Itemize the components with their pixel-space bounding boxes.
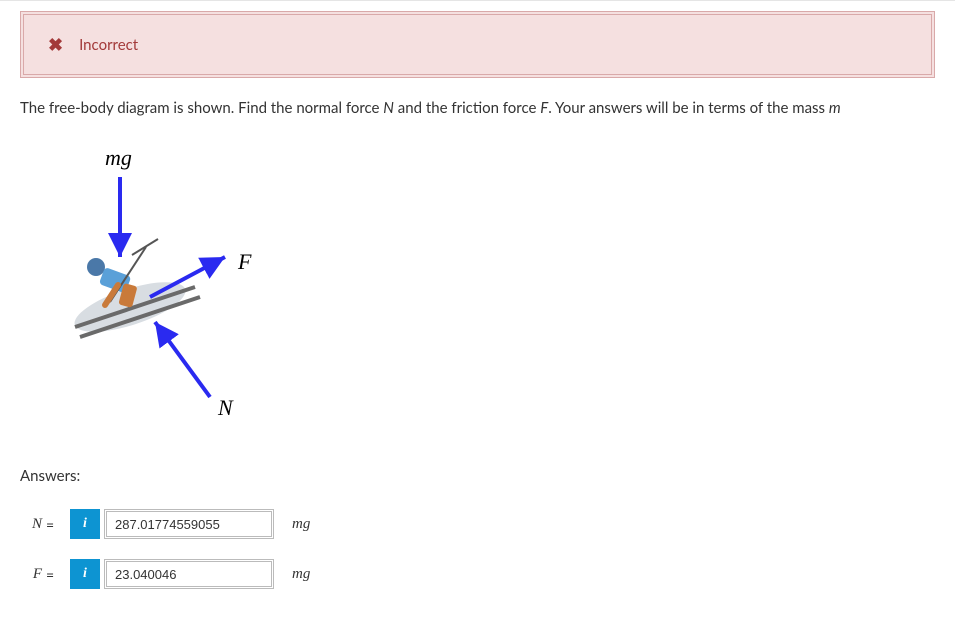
q-var-F: F — [540, 99, 548, 117]
question-prompt: The free-body diagram is shown. Find the… — [20, 98, 935, 119]
q-var-N: N — [383, 99, 394, 117]
input-wrap-N — [104, 509, 274, 539]
info-button-F[interactable]: i — [70, 559, 100, 589]
info-button-N[interactable]: i — [70, 509, 100, 539]
q-var-m: m — [829, 99, 841, 117]
label-mg: mg — [105, 145, 132, 171]
top-divider — [0, 0, 955, 1]
answers-heading: Answers: — [20, 467, 935, 485]
var-label-N: N — [20, 516, 42, 533]
unit-N: mg — [292, 516, 310, 533]
q-suffix: . Your answers will be in terms of the m… — [548, 99, 829, 117]
free-body-diagram: mg F N — [20, 137, 320, 437]
q-mid: and the friction force — [394, 99, 540, 117]
diagram-svg — [20, 137, 320, 437]
input-F[interactable] — [107, 562, 271, 586]
alert-text: Incorrect — [79, 36, 138, 54]
answer-row-F: F = i mg — [20, 559, 935, 589]
equals-sign: = — [46, 566, 60, 583]
incorrect-alert: ✖ Incorrect — [20, 11, 935, 78]
label-F: F — [238, 249, 251, 275]
close-x-icon: ✖ — [48, 33, 63, 56]
q-prefix: The free-body diagram is shown. Find the… — [20, 99, 383, 117]
var-label-F: F — [20, 566, 42, 583]
unit-F: mg — [292, 566, 310, 583]
input-N[interactable] — [107, 512, 271, 536]
input-wrap-F — [104, 559, 274, 589]
answer-row-N: N = i mg — [20, 509, 935, 539]
equals-sign: = — [46, 516, 60, 533]
label-N: N — [218, 395, 233, 421]
